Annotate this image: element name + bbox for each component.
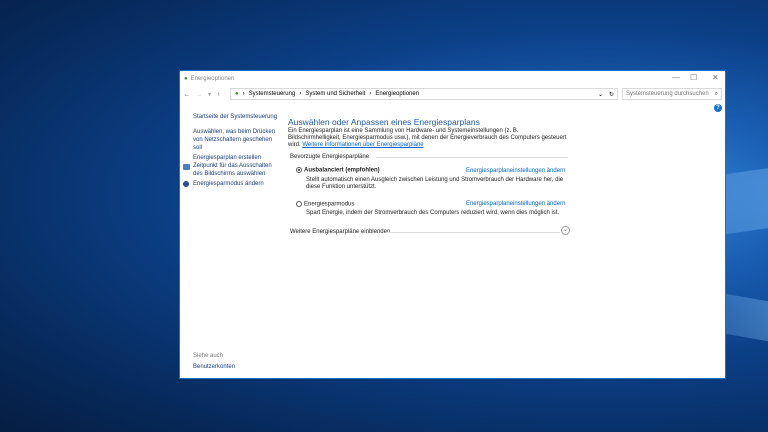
breadcrumb-item[interactable]: Systemsteuerung — [249, 91, 296, 97]
back-button[interactable]: ← — [184, 92, 190, 98]
intro-text: Ein Energiesparplan ist eine Sammlung vo… — [288, 128, 568, 149]
search-icon[interactable]: ⌕ — [715, 91, 718, 98]
address-bar[interactable]: ● › Systemsteuerung › System und Sicherhei… — [230, 88, 618, 100]
moon-icon — [183, 181, 189, 187]
plan-description: Spart Energie, indem der Stromverbrauch … — [306, 210, 560, 216]
more-info-link[interactable]: Weitere Informationen über Energiesparpl… — [302, 142, 423, 148]
radio-power-saver[interactable] — [296, 201, 302, 207]
search-input[interactable]: Systemsteuerung durchsuchen ⌕ — [622, 88, 722, 100]
window-title: Energieoptionen — [190, 76, 235, 82]
expand-icon[interactable]: ⌄ — [561, 226, 570, 235]
title-bar: ● Energieoptionen — ☐ ✕ — [180, 71, 725, 87]
close-button[interactable]: ✕ — [712, 73, 719, 82]
change-plan-settings-link[interactable]: Energiesparplaneinstellungen ändern — [466, 168, 565, 174]
breadcrumb-item[interactable]: Energieoptionen — [375, 91, 419, 97]
sidebar: Startseite der Systemsteuerung Auswählen… — [180, 103, 284, 378]
show-more-plans-label[interactable]: Weitere Energiesparpläne einblenden — [290, 229, 390, 235]
search-placeholder: Systemsteuerung durchsuchen — [626, 91, 709, 97]
plan-name: Energiesparmodus — [304, 201, 355, 208]
radio-balanced[interactable] — [296, 167, 302, 173]
recent-locations-button[interactable]: ▾ — [208, 91, 211, 98]
divider — [386, 232, 560, 233]
sidebar-item-create-plan[interactable]: Energiesparplan erstellen — [193, 154, 261, 162]
energy-options-window: ● Energieoptionen — ☐ ✕ ← → ▾ ↑ ● › Syste… — [179, 70, 726, 379]
control-panel-icon: ● — [235, 91, 239, 97]
plan-description: Stellt automatisch einen Ausgleich zwisc… — [306, 177, 564, 190]
sidebar-item-sleep[interactable]: Energiesparmodus ändern — [193, 180, 264, 188]
refresh-icon[interactable]: ↻ — [609, 91, 614, 98]
monitor-icon — [183, 164, 190, 170]
group-label: Bevorzugte Energiesparpläne — [290, 154, 370, 160]
main-content: Auswählen oder Anpassen eines Energiespa… — [288, 103, 719, 378]
sidebar-item-display-off[interactable]: Zeitpunkt für das Ausschalten des Bildsc… — [193, 162, 281, 178]
address-dropdown-icon[interactable]: ⌄ — [598, 91, 603, 98]
page-title: Auswählen oder Anpassen eines Energiespa… — [288, 117, 480, 127]
forward-button[interactable]: → — [196, 92, 202, 98]
plan-balanced: Ausbalanciert (empfohlen) — [296, 167, 380, 174]
sidebar-item-power-buttons[interactable]: Auswählen, was beim Drücken von Netzscha… — [193, 128, 279, 152]
divider — [376, 157, 568, 158]
maximize-button[interactable]: ☐ — [690, 73, 697, 82]
sidebar-item-home[interactable]: Startseite der Systemsteuerung — [193, 113, 277, 121]
minimize-button[interactable]: — — [672, 73, 680, 82]
battery-plug-icon: ● — [184, 76, 188, 82]
plan-power-saver: Energiesparmodus — [296, 201, 354, 208]
plan-name: Ausbalanciert (empfohlen) — [304, 167, 380, 174]
breadcrumb-item[interactable]: System und Sicherheit — [305, 91, 365, 97]
up-button[interactable]: ↑ — [217, 92, 220, 98]
change-plan-settings-link[interactable]: Energiesparplaneinstellungen ändern — [466, 201, 565, 207]
sidebar-item-user-accounts[interactable]: Benutzerkonten — [193, 363, 235, 371]
see-also-label: Siehe auch — [193, 353, 224, 359]
